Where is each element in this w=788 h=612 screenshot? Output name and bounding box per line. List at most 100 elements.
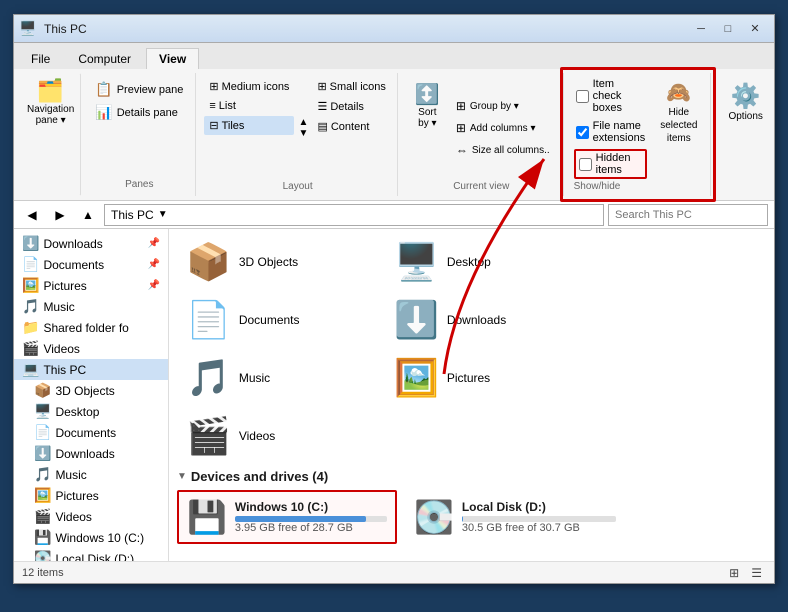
up-button[interactable]: ▲ bbox=[76, 204, 100, 226]
path-arrow: ▼ bbox=[158, 209, 168, 220]
videos-icon: 🎬 bbox=[22, 340, 39, 357]
show-hide-label: Show/hide bbox=[574, 179, 621, 192]
devices-section-title: Devices and drives (4) bbox=[191, 469, 328, 484]
path-text: This PC bbox=[111, 208, 154, 222]
details-view-button[interactable]: ☰ bbox=[747, 564, 766, 582]
minimize-button[interactable]: ─ bbox=[688, 19, 714, 39]
sort-by-button[interactable]: ↕️ Sortby ▾ bbox=[408, 77, 447, 179]
devices-section-header[interactable]: ▼ Devices and drives (4) bbox=[177, 469, 766, 484]
layout-scroll: ▲ ▼ bbox=[296, 77, 310, 179]
titlebar-controls: ─ □ ✕ bbox=[688, 19, 768, 39]
pin-icon: 📌 bbox=[148, 280, 160, 291]
sort-icon: ↕️ bbox=[415, 82, 440, 107]
sidebar-item-videos2[interactable]: 🎬 Videos bbox=[14, 506, 168, 527]
file-name-extensions-checkbox[interactable] bbox=[576, 126, 589, 139]
file-name-extensions-option[interactable]: File name extensions bbox=[574, 119, 648, 145]
device-dvdf[interactable]: 📀 DVD RW Drive (F:) bbox=[405, 552, 625, 561]
tiles-button[interactable]: ⊟ Tiles bbox=[204, 116, 294, 135]
sidebar-item-music[interactable]: 🎵 Music bbox=[14, 296, 168, 317]
item-check-boxes-option[interactable]: Item check boxes bbox=[574, 77, 648, 115]
sidebar-item-downloads-pinned[interactable]: ⬇️ Downloads 📌 bbox=[14, 233, 168, 254]
hide-selected-button[interactable]: 🙈 Hide selecteditems bbox=[655, 77, 702, 148]
thispc-icon: 💻 bbox=[22, 361, 39, 378]
sidebar-item-videos[interactable]: 🎬 Videos bbox=[14, 338, 168, 359]
layout-scroll-up[interactable]: ▲ bbox=[296, 117, 310, 128]
sidebar-item-documents[interactable]: 📄 Documents bbox=[14, 422, 168, 443]
content-button[interactable]: ▤ Content bbox=[312, 117, 390, 136]
tab-view[interactable]: View bbox=[146, 48, 199, 69]
options-button[interactable]: ⚙️ Options bbox=[721, 77, 769, 127]
search-input[interactable] bbox=[608, 204, 768, 226]
sidebar-item-label: Shared folder fo bbox=[43, 321, 128, 335]
back-button[interactable]: ◀ bbox=[20, 204, 44, 226]
tile-pictures[interactable]: 🖼️ Pictures bbox=[385, 353, 585, 403]
tile-desktop[interactable]: 🖥️ Desktop bbox=[385, 237, 585, 287]
medium-icons-button[interactable]: ⊞ Medium icons bbox=[204, 77, 294, 96]
device-winc[interactable]: 💾 Windows 10 (C:) 3.95 GB free of 28.7 G… bbox=[177, 490, 397, 544]
forward-button[interactable]: ▶ bbox=[48, 204, 72, 226]
details-button[interactable]: ☰ Details bbox=[312, 97, 390, 116]
small-icons-button[interactable]: ⊞ Small icons bbox=[312, 77, 390, 96]
sidebar-item-label: Music bbox=[55, 468, 86, 482]
hidden-items-option[interactable]: Hidden items bbox=[574, 149, 648, 179]
file-name-extensions-label: File name extensions bbox=[593, 120, 646, 144]
layout-col-right: ⊞ Small icons ☰ Details ▤ Content bbox=[312, 77, 390, 179]
sidebar-item-documents-pinned[interactable]: 📄 Documents 📌 bbox=[14, 254, 168, 275]
group-by-button[interactable]: ⊞ Group by ▾ bbox=[451, 96, 555, 116]
sidebar-item-label: Videos bbox=[43, 342, 79, 356]
sidebar-item-shared[interactable]: 📁 Shared folder fo bbox=[14, 317, 168, 338]
add-columns-label: Add columns ▾ bbox=[470, 123, 536, 134]
close-button[interactable]: ✕ bbox=[742, 19, 768, 39]
tab-file[interactable]: File bbox=[18, 48, 63, 69]
sidebar-item-3dobjects[interactable]: 📦 3D Objects bbox=[14, 380, 168, 401]
panes-group: 📋 Preview pane 📊 Details pane Panes bbox=[83, 73, 196, 196]
sidebar-item-downloads[interactable]: ⬇️ Downloads bbox=[14, 443, 168, 464]
sidebar-item-winc[interactable]: 💾 Windows 10 (C:) bbox=[14, 527, 168, 548]
device-winc-space: 3.95 GB free of 28.7 GB bbox=[235, 522, 387, 534]
sidebar-item-music2[interactable]: 🎵 Music bbox=[14, 464, 168, 485]
sidebar-item-this-pc[interactable]: 💻 This PC bbox=[14, 359, 168, 380]
device-locd[interactable]: 💽 Local Disk (D:) 30.5 GB free of 30.7 G… bbox=[405, 490, 625, 544]
window-icon: 🖥️ bbox=[20, 21, 36, 37]
nav-pane-icon: 🗂️ bbox=[37, 78, 64, 104]
sidebar-item-pictures-pinned[interactable]: 🖼️ Pictures 📌 bbox=[14, 275, 168, 296]
nav-pane-button[interactable]: 🗂️ Navigationpane ▾ bbox=[20, 73, 81, 196]
sidebar-item-pictures[interactable]: 🖼️ Pictures bbox=[14, 485, 168, 506]
tab-computer[interactable]: Computer bbox=[65, 48, 144, 69]
sort-label: Sortby ▾ bbox=[418, 107, 436, 129]
tile-documents[interactable]: 📄 Documents bbox=[177, 295, 377, 345]
tile-music-label: Music bbox=[239, 371, 270, 385]
sidebar-item-desktop[interactable]: 🖥️ Desktop bbox=[14, 401, 168, 422]
layout-scroll-down[interactable]: ▼ bbox=[296, 128, 310, 139]
item-count: 12 items bbox=[22, 567, 64, 579]
size-all-columns-button[interactable]: ⇔ Size all columns.. bbox=[451, 140, 555, 160]
preview-pane-button[interactable]: 📋 Preview pane bbox=[91, 79, 187, 100]
sidebar-item-label: Documents bbox=[43, 258, 104, 272]
sidebar-item-locd[interactable]: 💽 Local Disk (D:) bbox=[14, 548, 168, 561]
options-group: ⚙️ Options bbox=[713, 73, 777, 196]
tile-videos[interactable]: 🎬 Videos bbox=[177, 411, 377, 461]
grid-view-button[interactable]: ⊞ bbox=[725, 564, 743, 582]
tile-3dobjects[interactable]: 📦 3D Objects bbox=[177, 237, 377, 287]
device-locd-name: Local Disk (D:) bbox=[462, 500, 616, 514]
list-button[interactable]: ≡ List bbox=[204, 97, 294, 115]
locd-icon: 💽 bbox=[34, 550, 51, 561]
address-bar[interactable]: This PC ▼ bbox=[104, 204, 604, 226]
tile-videos-icon: 🎬 bbox=[186, 418, 231, 454]
details-pane-button[interactable]: 📊 Details pane bbox=[91, 102, 187, 123]
options-label: Options bbox=[728, 111, 762, 122]
sidebar-item-label: Desktop bbox=[55, 405, 99, 419]
hidden-items-checkbox[interactable] bbox=[579, 158, 592, 171]
item-check-boxes-checkbox[interactable] bbox=[576, 90, 589, 103]
add-columns-button[interactable]: ⊞ Add columns ▾ bbox=[451, 118, 555, 138]
3dobjects-icon: 📦 bbox=[34, 382, 51, 399]
tile-3dobjects-label: 3D Objects bbox=[239, 255, 298, 269]
device-dvde[interactable]: 💿 DVD Drive (E:) SMBB 0 bytes free of 4.… bbox=[177, 552, 397, 561]
tile-downloads[interactable]: ⬇️ Downloads bbox=[385, 295, 585, 345]
group-by-label: Group by ▾ bbox=[470, 101, 519, 112]
sidebar-item-label: Downloads bbox=[55, 447, 114, 461]
add-columns-icon: ⊞ bbox=[456, 121, 466, 135]
tile-music[interactable]: 🎵 Music bbox=[177, 353, 377, 403]
tile-desktop-icon: 🖥️ bbox=[394, 244, 439, 280]
maximize-button[interactable]: □ bbox=[715, 19, 741, 39]
